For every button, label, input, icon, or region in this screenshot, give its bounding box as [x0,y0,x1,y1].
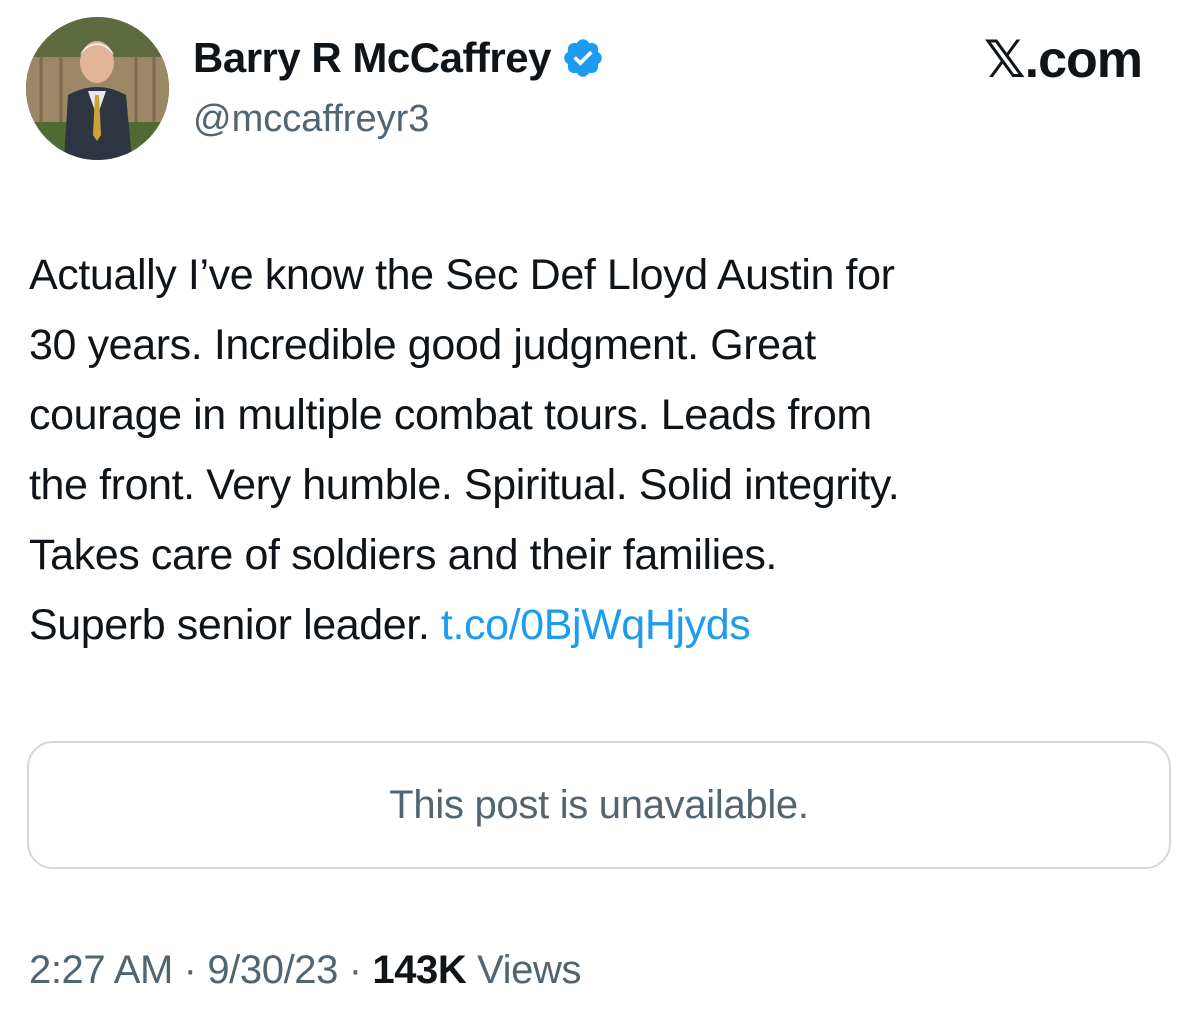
meta-separator: · [338,948,373,992]
meta-separator: · [172,948,208,992]
post-date[interactable]: 9/30/23 [207,948,338,992]
post-meta: 2:27 AM · 9/30/23 · 143K Views [29,944,581,996]
post-time[interactable]: 2:27 AM [29,948,173,992]
tweet-text-line: 30 years. Incredible good judgment. Grea… [29,321,816,369]
tweet-text-line: Superb senior leader. [29,601,441,649]
views-label: Views [466,948,582,992]
author-display-name[interactable]: Barry R McCaffrey [193,30,551,86]
tweet-text: Actually I’ve know the Sec Def Lloyd Aus… [29,240,1179,660]
author-handle[interactable]: @mccaffreyr3 [193,96,429,142]
avatar-photo [26,17,169,160]
quoted-post-card[interactable]: This post is unavailable. [27,741,1171,869]
author-name-row: Barry R McCaffrey [193,30,605,86]
tweet-text-line: courage in multiple combat tours. Leads … [29,391,872,439]
watermark: 𝕏.com [983,31,1143,89]
tweet-text-line: Takes care of soldiers and their familie… [29,531,777,579]
quoted-post-unavailable-text: This post is unavailable. [389,782,809,827]
verified-badge-icon [561,36,605,80]
tweet-link[interactable]: t.co/0BjWqHjyds [441,601,751,649]
tweet-text-line: Actually I’ve know the Sec Def Lloyd Aus… [29,251,895,299]
tweet-text-last-line: Superb senior leader. t.co/0BjWqHjyds [29,590,1179,660]
views-count[interactable]: 143K [372,948,466,992]
tweet-text-line: the front. Very humble. Spiritual. Solid… [29,461,900,509]
avatar[interactable] [26,17,169,160]
